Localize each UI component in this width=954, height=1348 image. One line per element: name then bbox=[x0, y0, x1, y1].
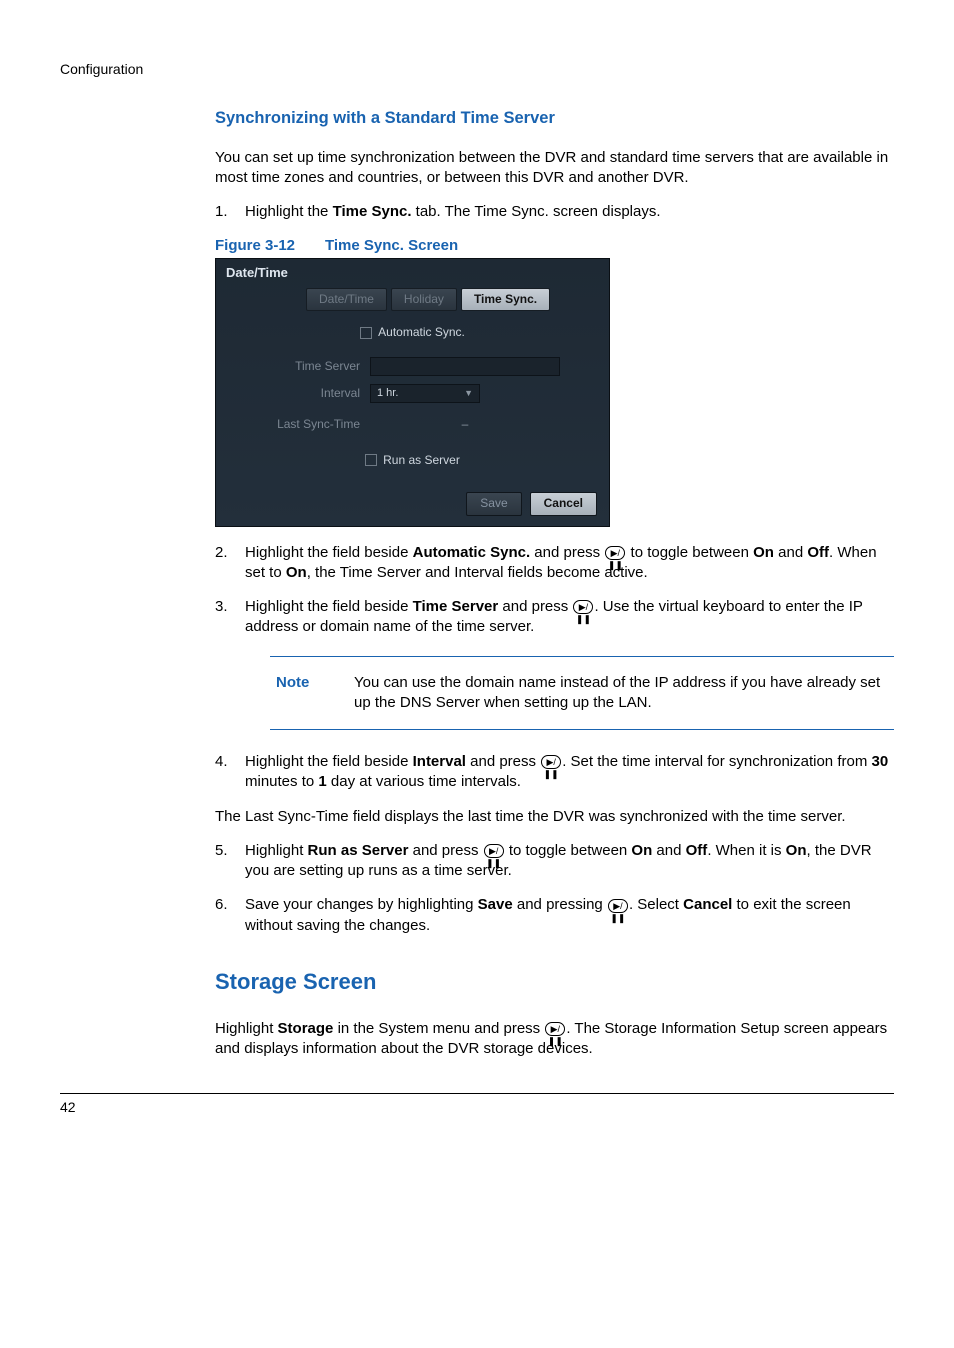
list-body: Highlight Run as Server and press ▶/❚❚ t… bbox=[245, 841, 894, 882]
last-sync-row: Last Sync-Time – bbox=[216, 413, 609, 437]
run-as-server-label: Run as Server bbox=[383, 453, 460, 469]
interval-value: 1 hr. bbox=[377, 386, 398, 400]
section-title: Storage Screen bbox=[215, 968, 894, 997]
step-3: 3. Highlight the field beside Time Serve… bbox=[215, 597, 894, 638]
list-number: 5. bbox=[215, 841, 245, 882]
step-4: 4. Highlight the field beside Interval a… bbox=[215, 752, 894, 793]
intro-paragraph: You can set up time synchronization betw… bbox=[215, 148, 894, 189]
time-server-row: Time Server bbox=[216, 353, 609, 380]
list-number: 4. bbox=[215, 752, 245, 793]
play-pause-icon: ▶/❚❚ bbox=[541, 755, 561, 769]
step-6: 6. Save your changes by highlighting Sav… bbox=[215, 895, 894, 936]
time-server-input[interactable] bbox=[370, 357, 560, 376]
play-pause-icon: ▶/❚❚ bbox=[484, 844, 504, 858]
step-1: 1. Highlight the Time Sync. tab. The Tim… bbox=[215, 202, 894, 222]
tab-timesync[interactable]: Time Sync. bbox=[461, 288, 550, 312]
step-2: 2. Highlight the field beside Automatic … bbox=[215, 543, 894, 584]
interval-label: Interval bbox=[230, 386, 370, 402]
play-pause-icon: ▶/❚❚ bbox=[545, 1022, 565, 1036]
automatic-sync-checkbox[interactable] bbox=[360, 327, 372, 339]
cancel-button[interactable]: Cancel bbox=[530, 492, 597, 516]
main-content: Synchronizing with a Standard Time Serve… bbox=[215, 108, 894, 1116]
list-number: 2. bbox=[215, 543, 245, 584]
tab-datetime[interactable]: Date/Time bbox=[306, 288, 387, 312]
save-button[interactable]: Save bbox=[466, 492, 521, 516]
list-body: Highlight the Time Sync. tab. The Time S… bbox=[245, 202, 894, 222]
subsection-title: Synchronizing with a Standard Time Serve… bbox=[215, 108, 894, 129]
dialog-tabs: Date/Time Holiday Time Sync. bbox=[306, 288, 609, 312]
list-number: 3. bbox=[215, 597, 245, 638]
interval-select[interactable]: 1 hr. ▼ bbox=[370, 384, 480, 403]
page-number: 42 bbox=[60, 1098, 894, 1116]
footer-rule bbox=[60, 1093, 894, 1094]
step-5: 5. Highlight Run as Server and press ▶/❚… bbox=[215, 841, 894, 882]
run-as-server-checkbox[interactable] bbox=[365, 454, 377, 466]
breadcrumb: Configuration bbox=[60, 60, 894, 78]
last-sync-label: Last Sync-Time bbox=[230, 417, 370, 433]
mid-paragraph: The Last Sync-Time field displays the la… bbox=[215, 807, 894, 827]
dialog-buttons: Save Cancel bbox=[216, 478, 609, 526]
note-text: You can use the domain name instead of t… bbox=[354, 673, 888, 714]
dialog-title: Date/Time bbox=[216, 259, 609, 286]
list-body: Highlight the field beside Automatic Syn… bbox=[245, 543, 894, 584]
automatic-sync-row: Automatic Sync. bbox=[216, 321, 609, 345]
note-box: Note You can use the domain name instead… bbox=[270, 656, 894, 731]
automatic-sync-label: Automatic Sync. bbox=[378, 325, 465, 341]
chevron-down-icon: ▼ bbox=[464, 388, 473, 400]
play-pause-icon: ▶/❚❚ bbox=[573, 600, 593, 614]
play-pause-icon: ▶/❚❚ bbox=[608, 899, 628, 913]
list-body: Save your changes by highlighting Save a… bbox=[245, 895, 894, 936]
list-number: 1. bbox=[215, 202, 245, 222]
storage-paragraph: Highlight Storage in the System menu and… bbox=[215, 1019, 894, 1060]
note-label: Note bbox=[276, 673, 354, 714]
tab-holiday[interactable]: Holiday bbox=[391, 288, 457, 312]
list-body: Highlight the field beside Time Server a… bbox=[245, 597, 894, 638]
list-body: Highlight the field beside Interval and … bbox=[245, 752, 894, 793]
list-number: 6. bbox=[215, 895, 245, 936]
run-as-server-row: Run as Server bbox=[216, 449, 609, 473]
time-sync-dialog: Date/Time Date/Time Holiday Time Sync. A… bbox=[215, 258, 610, 527]
time-server-label: Time Server bbox=[230, 359, 370, 375]
last-sync-value: – bbox=[370, 417, 560, 433]
play-pause-icon: ▶/❚❚ bbox=[605, 546, 625, 560]
interval-row: Interval 1 hr. ▼ bbox=[216, 380, 609, 407]
figure-caption: Figure 3-12Time Sync. Screen bbox=[215, 236, 894, 256]
